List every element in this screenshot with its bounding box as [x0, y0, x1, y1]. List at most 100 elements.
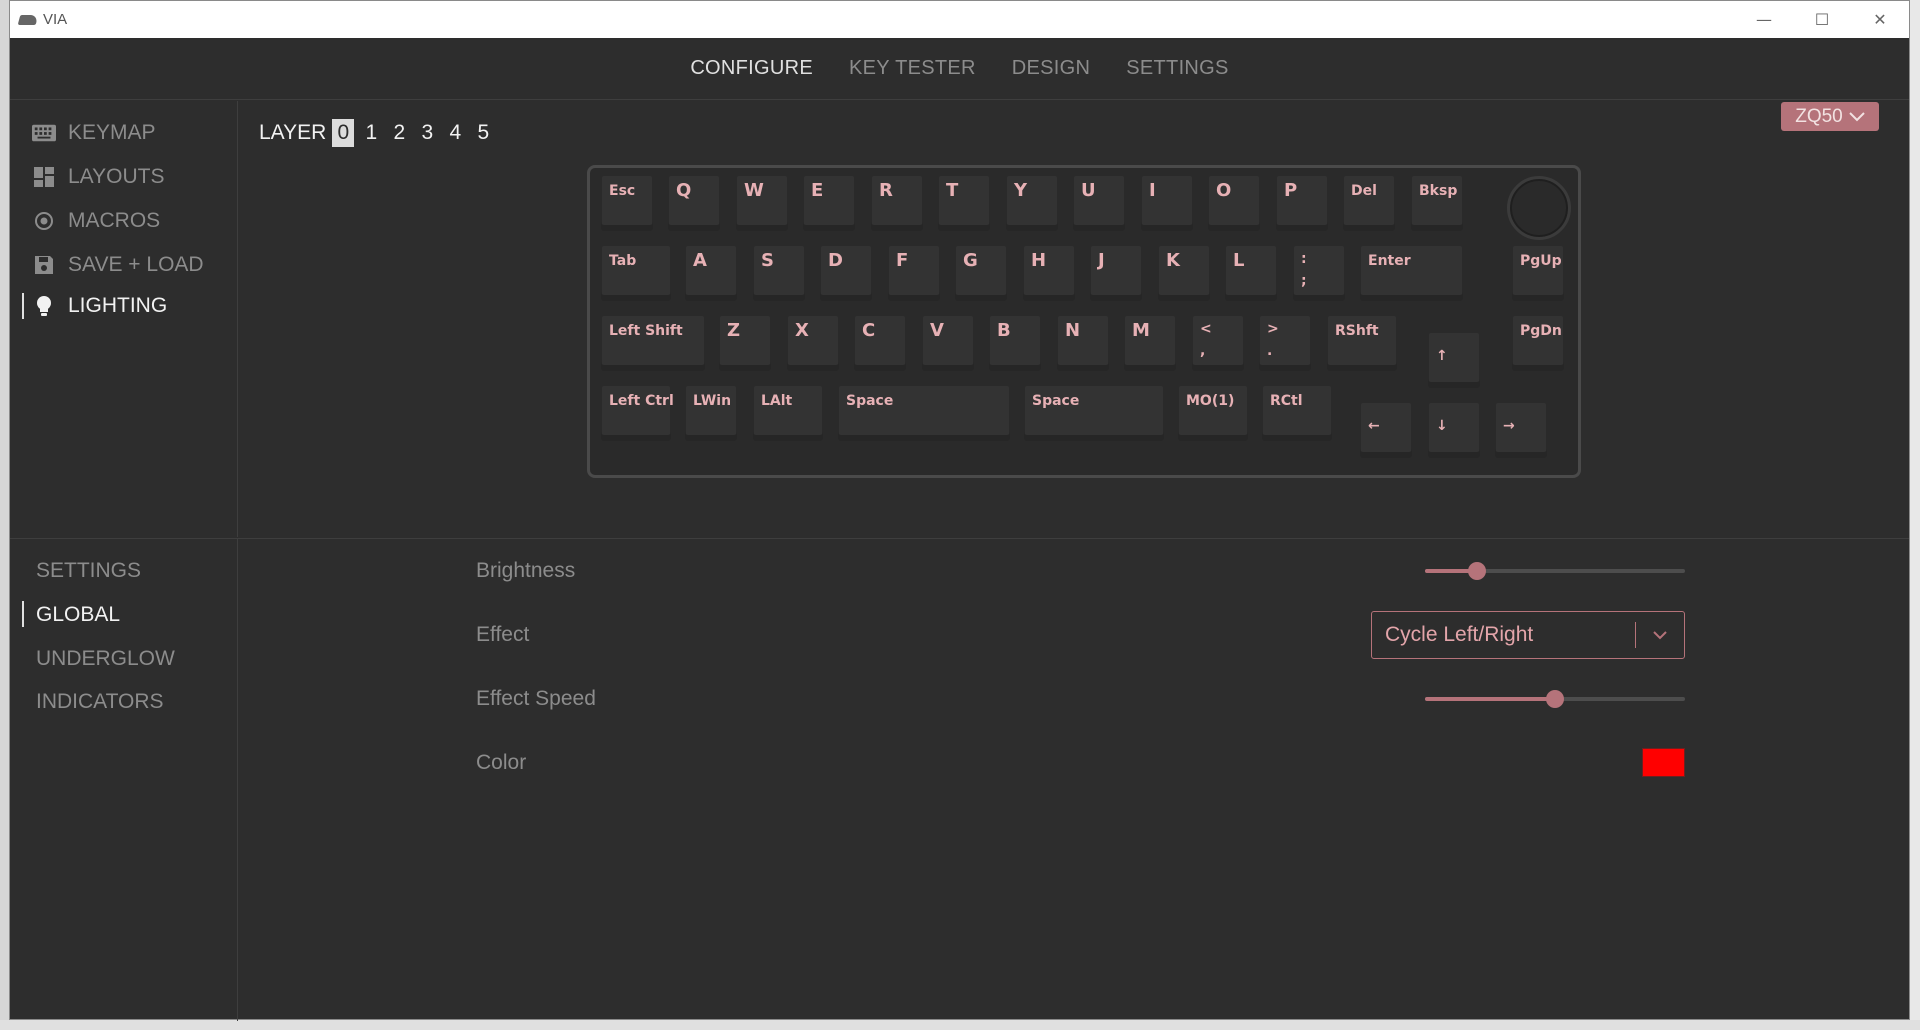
key-period[interactable]: >. [1259, 315, 1311, 371]
sidebar-item-label: MACROS [68, 209, 161, 232]
rotary-knob[interactable] [1507, 176, 1571, 240]
key-s[interactable]: S [753, 245, 805, 301]
maximize-button[interactable]: ☐ [1793, 1, 1851, 38]
key-p[interactable]: P [1276, 175, 1328, 231]
chevron-down-icon[interactable] [1636, 630, 1684, 640]
macros-icon [32, 210, 56, 232]
sidebar-item-keymap[interactable]: KEYMAP [10, 117, 238, 149]
key-bksp[interactable]: Bksp [1411, 175, 1463, 231]
key-x[interactable]: X [787, 315, 839, 371]
app-window: VIA — ☐ ✕ CONFIGURE KEY TESTER DESIGN SE… [9, 0, 1910, 1021]
key-g[interactable]: G [955, 245, 1007, 301]
sidebar-item-save-load[interactable]: SAVE + LOAD [10, 249, 238, 281]
key-left-shift[interactable]: Left Shift [601, 315, 705, 371]
key-enter[interactable]: Enter [1360, 245, 1463, 301]
key-c[interactable]: C [854, 315, 906, 371]
key-j[interactable]: J [1090, 245, 1142, 301]
top-navigation: CONFIGURE KEY TESTER DESIGN SETTINGS [10, 38, 1909, 100]
sidebar-item-label: LAYOUTS [68, 165, 165, 188]
key-del[interactable]: Del [1343, 175, 1395, 231]
chevron-down-icon [1849, 111, 1865, 121]
key-esc[interactable]: Esc [601, 175, 653, 231]
key-u[interactable]: U [1073, 175, 1125, 231]
key-left-ctrl[interactable]: Left Ctrl [601, 385, 674, 441]
key-comma[interactable]: <, [1192, 315, 1244, 371]
lighting-tab-underglow[interactable]: UNDERGLOW [36, 647, 175, 671]
lighting-tab-global[interactable]: GLOBAL [36, 603, 120, 627]
sidebar-item-lighting[interactable]: LIGHTING [10, 290, 238, 322]
key-k[interactable]: K [1158, 245, 1210, 301]
sidebar-item-label: SAVE + LOAD [68, 253, 204, 276]
key-right-arrow[interactable]: → [1495, 402, 1547, 458]
key-rshift[interactable]: RShft [1327, 315, 1397, 371]
effect-speed-slider[interactable] [1425, 690, 1685, 708]
key-up[interactable]: ↑ [1428, 332, 1480, 388]
effect-select[interactable]: Cycle Left/Right [1371, 611, 1685, 659]
key-v[interactable]: V [922, 315, 974, 371]
tab-design[interactable]: DESIGN [1012, 57, 1090, 80]
layer-3-button[interactable]: 3 [416, 119, 438, 147]
key-space-left[interactable]: Space [838, 385, 1010, 441]
key-down-arrow[interactable]: ↓ [1428, 402, 1480, 458]
sidebar-item-layouts[interactable]: LAYOUTS [10, 161, 238, 193]
layer-4-button[interactable]: 4 [444, 119, 466, 147]
tab-key-tester[interactable]: KEY TESTER [849, 57, 976, 80]
layer-2-button[interactable]: 2 [388, 119, 410, 147]
key-y[interactable]: Y [1006, 175, 1058, 231]
key-m[interactable]: M [1124, 315, 1176, 371]
window-controls: — ☐ ✕ [1735, 1, 1909, 38]
key-mo1[interactable]: MO(1) [1178, 385, 1248, 441]
slider-thumb[interactable] [1546, 690, 1564, 708]
desktop-edge-right [1910, 0, 1920, 1030]
key-b[interactable]: B [989, 315, 1041, 371]
close-button[interactable]: ✕ [1851, 1, 1909, 38]
key-tab[interactable]: Tab [601, 245, 671, 301]
key-a[interactable]: A [685, 245, 737, 301]
key-l[interactable]: L [1225, 245, 1277, 301]
sidebar-item-label: KEYMAP [68, 121, 156, 144]
layouts-icon [32, 166, 56, 188]
device-select-button[interactable]: ZQ50 [1781, 102, 1879, 131]
key-pgup[interactable]: PgUp [1512, 245, 1564, 301]
sidebar-item-macros[interactable]: MACROS [10, 205, 238, 237]
key-o[interactable]: O [1208, 175, 1260, 231]
key-left-arrow[interactable]: ← [1360, 402, 1412, 458]
layer-0-button[interactable]: 0 [332, 119, 355, 147]
tab-configure[interactable]: CONFIGURE [690, 57, 813, 80]
key-lwin[interactable]: LWin [685, 385, 737, 441]
bulb-icon [32, 295, 56, 317]
slider-thumb[interactable] [1468, 562, 1486, 580]
layer-5-button[interactable]: 5 [472, 119, 494, 147]
key-pgdn[interactable]: PgDn [1512, 315, 1564, 371]
key-f[interactable]: F [888, 245, 940, 301]
key-n[interactable]: N [1057, 315, 1109, 371]
desktop-edge-left [0, 0, 9, 1030]
key-q[interactable]: Q [668, 175, 720, 231]
save-icon [32, 254, 56, 276]
slider-fill [1425, 697, 1555, 701]
key-w[interactable]: W [736, 175, 788, 231]
tab-settings[interactable]: SETTINGS [1126, 57, 1228, 80]
key-r[interactable]: R [871, 175, 923, 231]
key-space-right[interactable]: Space [1024, 385, 1164, 441]
device-name: ZQ50 [1795, 105, 1843, 127]
brightness-slider[interactable] [1425, 562, 1685, 580]
key-z[interactable]: Z [719, 315, 771, 371]
color-swatch[interactable] [1642, 748, 1685, 777]
section-divider [10, 538, 1909, 539]
window-title: VIA [43, 11, 68, 28]
lighting-tab-indicators[interactable]: INDICATORS [36, 690, 164, 714]
key-h[interactable]: H [1023, 245, 1075, 301]
minimize-button[interactable]: — [1735, 1, 1793, 38]
key-t[interactable]: T [938, 175, 990, 231]
key-i[interactable]: I [1141, 175, 1193, 231]
key-rctl[interactable]: RCtl [1262, 385, 1332, 441]
brightness-label: Brightness [476, 559, 576, 582]
keyboard-layout: Esc Q W E R T Y U I O P Del Bksp Tab A S… [587, 165, 1581, 478]
key-lalt[interactable]: LAlt [753, 385, 823, 441]
key-e[interactable]: E [803, 175, 855, 231]
key-d[interactable]: D [820, 245, 872, 301]
key-semicolon[interactable]: :; [1293, 245, 1345, 301]
layer-1-button[interactable]: 1 [360, 119, 382, 147]
lighting-tab-settings[interactable]: SETTINGS [36, 559, 141, 583]
